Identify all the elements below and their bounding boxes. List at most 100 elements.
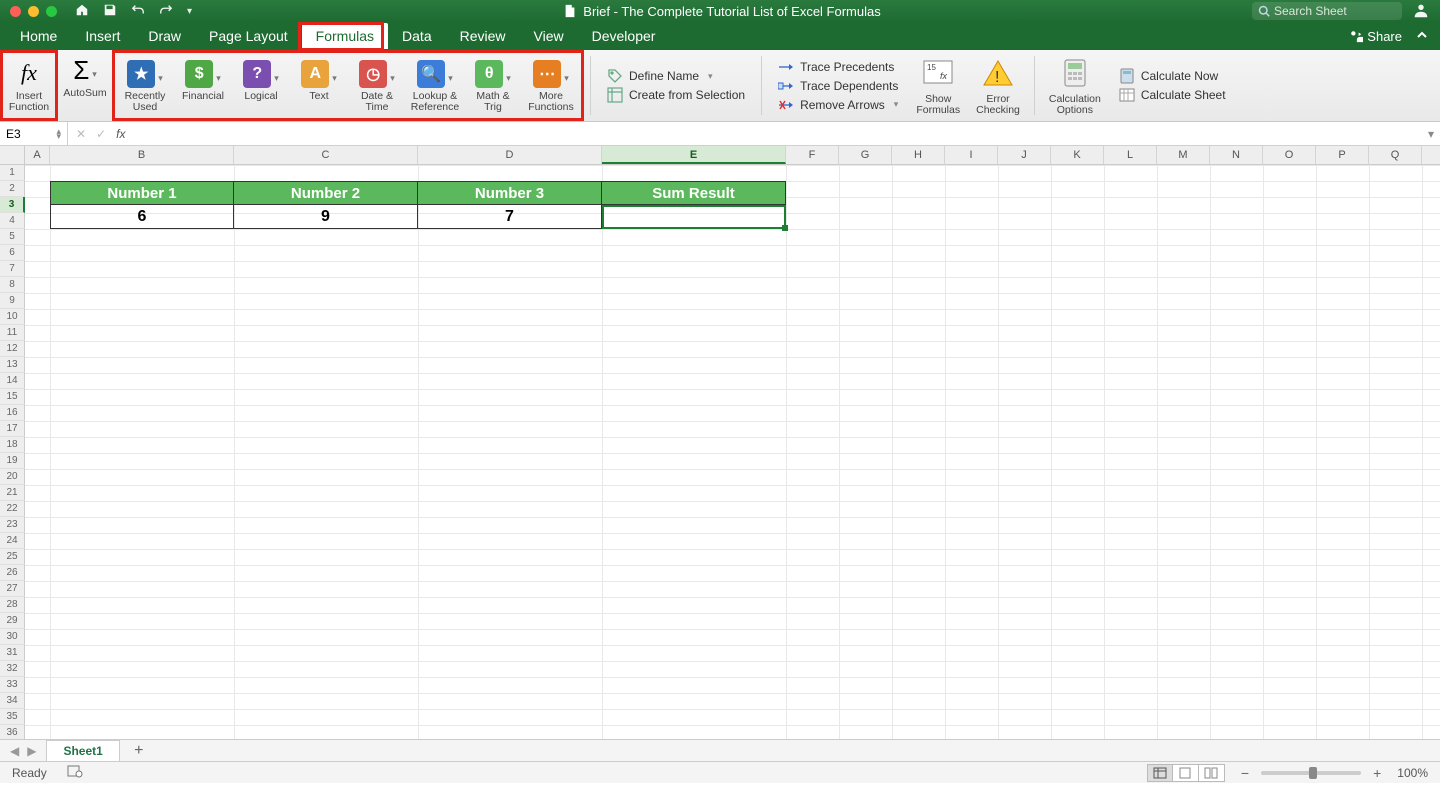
row-header-36[interactable]: 36	[0, 725, 25, 739]
row-header-22[interactable]: 22	[0, 501, 25, 517]
grid[interactable]: 1234567891011121314151617181920212223242…	[0, 165, 1440, 739]
trace-precedents-button[interactable]: Trace Precedents	[778, 59, 898, 75]
collapse-ribbon-button[interactable]	[1410, 28, 1434, 44]
table-header-num1[interactable]: Number 1	[50, 181, 234, 205]
tab-draw[interactable]: Draw	[134, 23, 195, 49]
col-header-P[interactable]: P	[1316, 146, 1369, 164]
accept-icon[interactable]: ✓	[96, 127, 106, 141]
library-more-functions[interactable]: ⋯▾More Functions	[525, 60, 577, 113]
page-layout-view-button[interactable]	[1173, 764, 1199, 782]
save-icon[interactable]	[103, 3, 117, 20]
tab-data[interactable]: Data	[388, 23, 446, 49]
col-header-Q[interactable]: Q	[1369, 146, 1422, 164]
user-icon[interactable]	[1412, 1, 1430, 22]
col-header-I[interactable]: I	[945, 146, 998, 164]
name-box[interactable]: E3 ▴▾	[0, 122, 68, 145]
table-header-sum[interactable]: Sum Result	[602, 181, 786, 205]
calculation-options-button[interactable]: Calculation Options	[1041, 50, 1109, 121]
library-financial[interactable]: $▾Financial	[177, 60, 229, 102]
row-header-23[interactable]: 23	[0, 517, 25, 533]
col-header-A[interactable]: A	[25, 146, 50, 164]
row-header-18[interactable]: 18	[0, 437, 25, 453]
row-header-27[interactable]: 27	[0, 581, 25, 597]
row-header-10[interactable]: 10	[0, 309, 25, 325]
tab-formulas[interactable]: Formulas	[302, 23, 388, 49]
row-header-7[interactable]: 7	[0, 261, 25, 277]
row-header-5[interactable]: 5	[0, 229, 25, 245]
library-logical[interactable]: ?▾Logical	[235, 60, 287, 102]
row-header-31[interactable]: 31	[0, 645, 25, 661]
maximize-window-button[interactable]	[46, 6, 57, 17]
col-header-J[interactable]: J	[998, 146, 1051, 164]
select-all-corner[interactable]	[0, 146, 25, 164]
tab-insert[interactable]: Insert	[71, 23, 134, 49]
tab-developer[interactable]: Developer	[578, 23, 670, 49]
row-header-19[interactable]: 19	[0, 453, 25, 469]
row-header-4[interactable]: 4	[0, 213, 25, 229]
col-header-E[interactable]: E	[602, 146, 786, 164]
page-break-view-button[interactable]	[1199, 764, 1225, 782]
trace-dependents-button[interactable]: Trace Dependents	[778, 78, 898, 94]
redo-icon[interactable]	[159, 3, 173, 20]
library-lookup-reference[interactable]: 🔍▾Lookup & Reference	[409, 60, 461, 113]
library-date-time[interactable]: ◷▾Date & Time	[351, 60, 403, 113]
row-header-9[interactable]: 9	[0, 293, 25, 309]
col-header-L[interactable]: L	[1104, 146, 1157, 164]
col-header-O[interactable]: O	[1263, 146, 1316, 164]
row-header-11[interactable]: 11	[0, 325, 25, 341]
row-header-24[interactable]: 24	[0, 533, 25, 549]
col-header-F[interactable]: F	[786, 146, 839, 164]
row-header-3[interactable]: 3	[0, 197, 25, 213]
row-header-35[interactable]: 35	[0, 709, 25, 725]
col-header-H[interactable]: H	[892, 146, 945, 164]
row-header-12[interactable]: 12	[0, 341, 25, 357]
row-header-21[interactable]: 21	[0, 485, 25, 501]
define-name-button[interactable]: Define Name ▾	[607, 68, 745, 84]
row-header-20[interactable]: 20	[0, 469, 25, 485]
calculate-now-button[interactable]: Calculate Now	[1119, 68, 1226, 84]
row-header-2[interactable]: 2	[0, 181, 25, 197]
zoom-slider[interactable]	[1261, 771, 1361, 775]
col-header-D[interactable]: D	[418, 146, 602, 164]
row-header-17[interactable]: 17	[0, 421, 25, 437]
cancel-icon[interactable]: ✕	[76, 127, 86, 141]
tab-view[interactable]: View	[520, 23, 578, 49]
close-window-button[interactable]	[10, 6, 21, 17]
create-from-selection-button[interactable]: Create from Selection	[607, 87, 745, 103]
col-header-G[interactable]: G	[839, 146, 892, 164]
col-header-M[interactable]: M	[1157, 146, 1210, 164]
calculate-sheet-button[interactable]: Calculate Sheet	[1119, 87, 1226, 103]
sheet-tab-1[interactable]: Sheet1	[46, 740, 119, 761]
row-header-14[interactable]: 14	[0, 373, 25, 389]
home-icon[interactable]	[75, 3, 89, 20]
insert-function-button[interactable]: fx Insert Function	[0, 50, 58, 121]
cell-c3[interactable]: 9	[234, 205, 418, 229]
row-header-15[interactable]: 15	[0, 389, 25, 405]
tab-review[interactable]: Review	[446, 23, 520, 49]
expand-formula-bar-button[interactable]: ▾	[1422, 127, 1440, 141]
row-header-25[interactable]: 25	[0, 549, 25, 565]
cell-b3[interactable]: 6	[50, 205, 234, 229]
tab-home[interactable]: Home	[6, 23, 71, 49]
error-checking-button[interactable]: ! Error Checking	[968, 50, 1028, 121]
table-header-num3[interactable]: Number 3	[418, 181, 602, 205]
sheet-nav-arrows[interactable]: ◀▶	[0, 744, 46, 758]
name-box-stepper-icon[interactable]: ▴▾	[56, 129, 61, 139]
tab-page-layout[interactable]: Page Layout	[195, 23, 302, 49]
macro-record-icon[interactable]	[67, 764, 83, 781]
row-header-6[interactable]: 6	[0, 245, 25, 261]
zoom-out-button[interactable]: −	[1237, 765, 1253, 781]
share-button[interactable]: Share	[1349, 29, 1410, 44]
zoom-in-button[interactable]: +	[1369, 765, 1385, 781]
row-header-28[interactable]: 28	[0, 597, 25, 613]
row-header-26[interactable]: 26	[0, 565, 25, 581]
col-header-N[interactable]: N	[1210, 146, 1263, 164]
show-formulas-button[interactable]: 15fx Show Formulas	[908, 50, 968, 121]
row-header-8[interactable]: 8	[0, 277, 25, 293]
row-header-32[interactable]: 32	[0, 661, 25, 677]
library-math-trig[interactable]: θ▾Math & Trig	[467, 60, 519, 113]
col-header-B[interactable]: B	[50, 146, 234, 164]
autosum-button[interactable]: Σ▾ AutoSum	[58, 50, 112, 121]
col-header-K[interactable]: K	[1051, 146, 1104, 164]
row-header-29[interactable]: 29	[0, 613, 25, 629]
